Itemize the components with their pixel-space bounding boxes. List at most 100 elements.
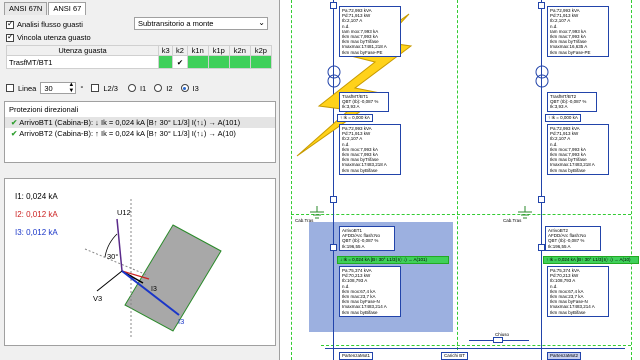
radio-i2[interactable] bbox=[154, 84, 163, 92]
i2-readout: I2: 0,012 kA bbox=[15, 210, 58, 219]
phasor-diagram: I1: 0,024 kA I2: 0,012 kA I3: 0,012 kA U… bbox=[4, 178, 276, 346]
radio-i1[interactable] bbox=[127, 84, 136, 92]
low-info-box-right[interactable]: Pa:75,374 kVA Pd:70,213 kW Ib:108,793 A … bbox=[547, 266, 609, 317]
transformer-icon[interactable] bbox=[325, 64, 343, 90]
chevron-down-icon: ⌄ bbox=[258, 18, 265, 27]
l23-checkbox[interactable] bbox=[91, 84, 100, 92]
cell-k2n[interactable] bbox=[228, 55, 251, 69]
vincola-utenza-checkbox[interactable] bbox=[6, 32, 14, 42]
fault-result-left[interactable]: ↓ Ik = 0,024 kA [B↑ 30° L1/3] I(↑↓) → A(… bbox=[337, 256, 449, 264]
breaker-icon[interactable] bbox=[538, 244, 545, 251]
radio-i3-label: I3 bbox=[192, 83, 199, 93]
linea-checkbox[interactable] bbox=[6, 84, 14, 92]
i1-readout: I1: 0,024 kA bbox=[15, 192, 58, 201]
bottom-label-partenzamot2[interactable]: PartenzaMot2 bbox=[547, 352, 582, 360]
angle-value: 30 bbox=[44, 84, 53, 93]
tab-ansi-67n[interactable]: ANSI 67N bbox=[4, 2, 48, 15]
header-utenza: Utenza guasta bbox=[6, 45, 159, 56]
cell-k1p[interactable] bbox=[207, 55, 230, 69]
info-line: Ik:196,55 A bbox=[548, 243, 571, 249]
boundary-line bbox=[631, 0, 632, 360]
trasf1-label[interactable]: TrasfMT/BT1 QBT (Ib):-0,087 % Ik:3,93 A bbox=[339, 92, 389, 112]
info-line: Ik:3,93 A bbox=[550, 104, 568, 110]
header-k3: k3 bbox=[157, 45, 174, 56]
trasf2-label[interactable]: TrasfMT/BT2 QBT (Ib):-0,087 % Ik:3,93 A bbox=[547, 92, 597, 112]
fault-source-value: Subtransitorio a monte bbox=[138, 19, 214, 28]
l23-label: L2/3 bbox=[103, 83, 118, 93]
table-row[interactable]: TrasfMT/BT1 ✔ bbox=[6, 55, 273, 69]
info-line: Ikm max byBifase bbox=[550, 309, 586, 315]
phasor-svg: I1: 0,024 kA I2: 0,012 kA I3: 0,012 kA U… bbox=[15, 192, 222, 339]
tab-ansi-67[interactable]: ANSI 67 bbox=[48, 2, 87, 15]
breaker-icon[interactable] bbox=[330, 2, 337, 9]
linea-controls: Linea 30 ▲ ▼ ° L2/3 I1 I2 I3 bbox=[6, 82, 199, 94]
trip-sector bbox=[124, 224, 222, 332]
check-icon: ✔ bbox=[176, 57, 184, 67]
transformer-icon[interactable] bbox=[533, 64, 551, 90]
info-line: Ikm max byBifase bbox=[550, 167, 586, 173]
ik-bar-right[interactable]: ↑ Ik = 0,000 kA bbox=[545, 114, 581, 122]
analisi-flusso-label: Analisi flusso guasti bbox=[17, 20, 83, 29]
arrivo1-label[interactable]: ArrivoBT1 AFDD/Arc flash:No QBT (Ib):-0,… bbox=[339, 226, 395, 251]
info-line: Ik:3,93 A bbox=[342, 104, 360, 110]
busbar-dashed bbox=[291, 214, 631, 215]
protezioni-title: Protezioni direzionali bbox=[9, 105, 79, 114]
angle-unit: ° bbox=[80, 83, 84, 93]
protezione-text: ArrivoBT2 (Cabina-B): ↑ Ik = 0,024 kA [B… bbox=[19, 129, 236, 138]
list-item[interactable]: ✔ ArrivoBT2 (Cabina-B): ↑ Ik = 0,024 kA [… bbox=[5, 128, 275, 139]
info-line: Ikm max byFase-PE bbox=[342, 49, 383, 55]
top-info-box-right[interactable]: Pa:72,993 kVA Pd:71,913 kW Ib:2,107 A n.… bbox=[547, 6, 609, 57]
breaker-icon[interactable] bbox=[538, 2, 545, 9]
radio-i2-label: I2 bbox=[166, 83, 173, 93]
radio-i1-label: I1 bbox=[139, 83, 147, 93]
vincola-utenza-option[interactable]: Vincola utenza guasto bbox=[6, 32, 91, 42]
boundary-line bbox=[457, 0, 458, 360]
coupler-switch[interactable] bbox=[493, 337, 503, 343]
header-k2p: k2p bbox=[249, 45, 273, 56]
analisi-flusso-option[interactable]: Analisi flusso guasti bbox=[6, 19, 83, 29]
radio-i3[interactable] bbox=[180, 84, 189, 92]
header-k2: k2 bbox=[172, 45, 188, 56]
arrivo2-label[interactable]: ArrivoBT2 AFDD/Arc flash:No QBT (Ib):-0,… bbox=[545, 226, 601, 251]
header-k1p: k1p bbox=[207, 45, 230, 56]
i3-tip-label: I3 bbox=[178, 317, 184, 326]
mid-info-box-right[interactable]: Pa:72,993 kVA Pd:71,913 kW Ib:2,107 A n.… bbox=[547, 124, 609, 175]
row-name: TrasfMT/BT1 bbox=[6, 55, 159, 69]
busbar-dashed bbox=[321, 345, 631, 346]
tab-bar: ANSI 67N ANSI 67 bbox=[4, 2, 87, 15]
left-panel: ANSI 67N ANSI 67 Analisi flusso guasti S… bbox=[0, 0, 280, 360]
linea-label: Linea bbox=[18, 83, 37, 93]
check-icon: ✔ bbox=[11, 118, 18, 127]
busbar bbox=[325, 348, 625, 349]
bottom-label-partenzamot1[interactable]: PartenzaMot1 bbox=[339, 352, 374, 360]
cell-k2[interactable]: ✔ bbox=[172, 55, 188, 69]
ik-bar-left[interactable]: ↑ Ik = 0,000 kA bbox=[337, 114, 373, 122]
top-info-box-left[interactable]: Pa:72,993 kVA Pd:71,913 kW Ib:2,107 A n.… bbox=[339, 6, 401, 57]
breaker-icon[interactable] bbox=[538, 196, 545, 203]
mid-info-box-left[interactable]: Pa:72,993 kVA Pd:71,913 kW Ib:2,107 A n.… bbox=[339, 124, 401, 175]
i3-mid-label: I3 bbox=[151, 286, 157, 293]
fault-result-right[interactable]: ↑ Ik = 0,024 kA [B↑ 30° L1/3] I(↑↓) → A(… bbox=[543, 256, 639, 264]
info-line: Ikm max byBifase bbox=[342, 309, 378, 315]
cell-k1n[interactable] bbox=[186, 55, 209, 69]
v3-label: V3 bbox=[93, 294, 102, 303]
breaker-icon[interactable] bbox=[330, 196, 337, 203]
check-icon: ✔ bbox=[11, 129, 18, 138]
low-info-box-left[interactable]: Pa:75,374 kVA Pd:70,213 kW Ib:108,793 A … bbox=[339, 266, 401, 317]
angle-spinner[interactable]: 30 ▲ ▼ bbox=[40, 82, 77, 94]
breaker-icon[interactable] bbox=[330, 244, 337, 251]
single-line-diagram[interactable]: Pa:72,993 kVA Pd:71,913 kW Ib:2,107 A n.… bbox=[281, 0, 640, 360]
table-header: Utenza guasta k3 k2 k1n k1p k2n k2p bbox=[6, 45, 273, 56]
cell-k2p[interactable] bbox=[249, 55, 273, 69]
protezioni-list: Protezioni direzionali ✔ ArrivoBT1 (Cabin… bbox=[4, 101, 276, 163]
spinner-arrows-icon[interactable]: ▲ ▼ bbox=[68, 82, 74, 94]
vincola-utenza-label: Vincola utenza guasto bbox=[17, 33, 91, 42]
tn-label-right: Cab.Tras bbox=[503, 218, 522, 223]
angle-label: 30° bbox=[107, 252, 118, 261]
fault-source-select[interactable]: Subtransitorio a monte ⌄ bbox=[134, 17, 268, 30]
list-item[interactable]: ✔ ArrivoBT1 (Cabina-B): ↓ Ik = 0,024 kA [… bbox=[5, 117, 275, 128]
analisi-flusso-checkbox[interactable] bbox=[6, 19, 14, 29]
bottom-label-carichi[interactable]: Carichi BT bbox=[441, 352, 469, 360]
protezione-text: ArrivoBT1 (Cabina-B): ↓ Ik = 0,024 kA [B… bbox=[19, 118, 241, 127]
cell-k3[interactable] bbox=[157, 55, 174, 69]
